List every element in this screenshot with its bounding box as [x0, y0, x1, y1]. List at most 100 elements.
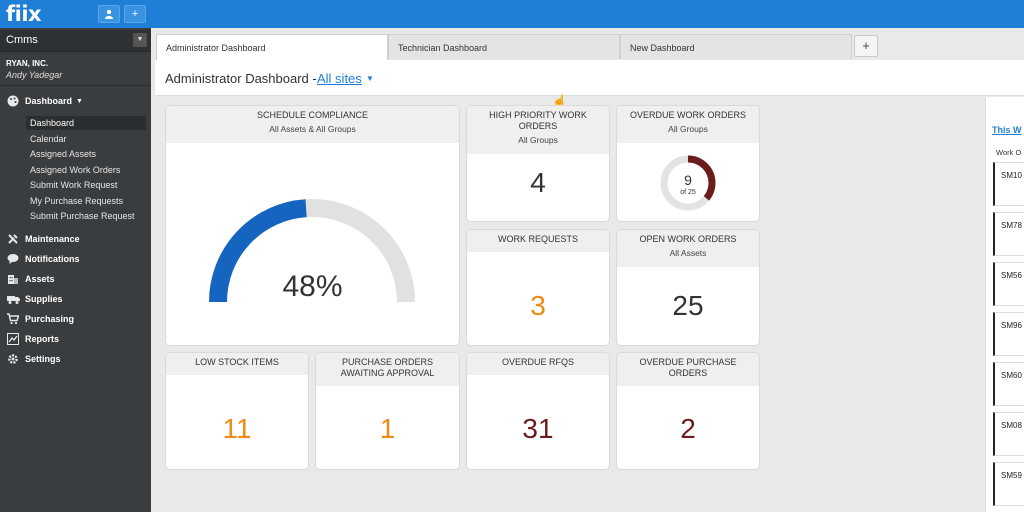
sidebar-subitem-submit-work-request[interactable]: Submit Work Request [30, 178, 117, 192]
widget-header: OPEN WORK ORDERS All Assets [617, 230, 759, 267]
widget-value: 11 [222, 413, 252, 444]
sidebar-item-purchasing[interactable]: Purchasing [6, 311, 74, 327]
chart-icon [6, 332, 20, 346]
low-stock-items-widget[interactable]: LOW STOCK ITEMS 11 [166, 353, 308, 469]
sidebar-item-label: Purchasing [25, 314, 75, 324]
list-item[interactable]: SM08 [993, 412, 1024, 456]
overdue-rfqs-widget[interactable]: OVERDUE RFQS 31 [467, 353, 609, 469]
overdue-count: 9 [684, 172, 692, 188]
widget-header: HIGH PRIORITY WORK ORDERS All Groups [467, 106, 609, 154]
palette-icon [6, 94, 20, 108]
widget-title: WORK REQUESTS [497, 234, 578, 244]
sidebar-subitem-my-purchase-requests[interactable]: My Purchase Requests [30, 194, 123, 208]
sidebar-divider [0, 85, 151, 86]
open-work-orders-widget[interactable]: OPEN WORK ORDERS All Assets 25 [617, 230, 759, 345]
widget-title: OPEN WORK ORDERS [639, 234, 737, 244]
compliance-percent: 48% [282, 270, 343, 303]
widget-value: 31 [522, 413, 554, 444]
work-order-id: SM10 [1001, 171, 1022, 180]
compliance-gauge [209, 199, 415, 303]
list-item[interactable]: SM60 [993, 362, 1024, 406]
site-select[interactable]: All sites [317, 71, 362, 86]
module-select-label: Cmms [6, 34, 38, 46]
overdue-of-total: of 25 [680, 189, 696, 196]
purchase-orders-awaiting-approval-widget[interactable]: PURCHASE ORDERS AWAITING APPROVAL 1 [316, 353, 459, 469]
company-name: RYAN, INC. [6, 59, 49, 68]
building-icon [6, 272, 20, 286]
page-title: Administrator Dashboard - [165, 71, 317, 86]
widget-header: WORK REQUESTS [467, 230, 609, 252]
add-tab-button[interactable]: + [854, 35, 878, 57]
widget-value: 2 [680, 413, 696, 444]
work-order-column-header: Work O [996, 148, 1022, 157]
cart-icon [6, 312, 20, 326]
top-bar: fiix + [0, 0, 1024, 28]
widget-title-line2: AWAITING APPROVAL [340, 368, 435, 378]
list-item[interactable]: SM56 [993, 262, 1024, 306]
chevron-down-icon[interactable]: ▼ [133, 33, 147, 47]
sidebar-item-reports[interactable]: Reports [6, 331, 59, 347]
schedule-compliance-widget[interactable]: SCHEDULE COMPLIANCE All Assets & All Gro… [166, 106, 459, 345]
widget-title: OVERDUE RFQS [501, 357, 574, 367]
user-name: Andy Yadegar [6, 70, 63, 80]
add-button[interactable]: + [124, 5, 146, 23]
fiix-logo[interactable]: fiix [6, 2, 42, 26]
widget-title-line2: ORDERS [518, 121, 558, 131]
caret-down-icon: ▼ [76, 97, 83, 105]
work-order-id: SM78 [1001, 221, 1022, 230]
module-select[interactable]: Cmms ▼ [0, 30, 151, 52]
widget-title-line1: HIGH PRIORITY WORK [489, 110, 587, 120]
gear-icon [6, 352, 20, 366]
list-item[interactable]: SM78 [993, 212, 1024, 256]
widget-header: OVERDUE RFQS [467, 353, 609, 375]
sidebar-item-settings[interactable]: Settings [6, 351, 61, 367]
tab-technician-dashboard[interactable]: Technician Dashboard [388, 34, 620, 59]
list-item[interactable]: SM96 [993, 312, 1024, 356]
work-order-id: SM56 [1001, 271, 1022, 280]
list-item[interactable]: SM10 [993, 162, 1024, 206]
user-button[interactable] [98, 5, 120, 23]
dashboard-header: Administrator Dashboard - All sites ▼ [155, 60, 1024, 96]
sidebar-item-label: Assets [25, 274, 55, 284]
sidebar-item-maintenance[interactable]: Maintenance [6, 231, 80, 247]
sidebar-item-label: Settings [25, 354, 61, 364]
list-item[interactable]: SM59 [993, 462, 1024, 506]
widget-subtitle: All Groups [518, 135, 558, 145]
overdue-work-orders-widget[interactable]: OVERDUE WORK ORDERS All Groups 9 of 25 [617, 106, 759, 221]
widget-header: OVERDUE PURCHASE ORDERS [617, 353, 759, 386]
sidebar-item-assets[interactable]: Assets [6, 271, 55, 287]
tab-new-dashboard[interactable]: New Dashboard [620, 34, 852, 59]
widget-value: 4 [530, 167, 546, 198]
high-priority-work-orders-widget[interactable]: HIGH PRIORITY WORK ORDERS All Groups 4 [467, 106, 609, 221]
sidebar-item-label: Maintenance [25, 234, 80, 244]
wrench-icon [6, 232, 20, 246]
tab-administrator-dashboard[interactable]: Administrator Dashboard [156, 34, 388, 61]
work-requests-widget[interactable]: WORK REQUESTS 3 [467, 230, 609, 345]
widget-value: 25 [672, 290, 704, 321]
widget-title-line1: PURCHASE ORDERS [341, 357, 433, 367]
sidebar-subitem-submit-purchase-request[interactable]: Submit Purchase Request [30, 209, 135, 223]
work-order-id: SM59 [1001, 471, 1022, 480]
sidebar-item-supplies[interactable]: Supplies [6, 291, 63, 307]
this-week-link[interactable]: This W [992, 125, 1022, 135]
sidebar-item-label: Supplies [25, 294, 63, 304]
widget-header: LOW STOCK ITEMS [166, 353, 308, 375]
chat-icon [6, 252, 20, 266]
caret-down-icon[interactable]: ▼ [366, 74, 374, 83]
sidebar-subitem-dashboard[interactable]: Dashboard [26, 116, 146, 130]
overdue-purchase-orders-widget[interactable]: OVERDUE PURCHASE ORDERS 2 [617, 353, 759, 469]
widget-value: 3 [530, 290, 546, 321]
sidebar-item-label: Reports [25, 334, 60, 344]
widget-title-line2: ORDERS [668, 368, 708, 378]
widget-title: LOW STOCK ITEMS [195, 357, 279, 367]
sidebar-item-notifications[interactable]: Notifications [6, 251, 80, 267]
sidebar-subitem-assigned-work-orders[interactable]: Assigned Work Orders [30, 163, 120, 177]
sidebar-item-dashboard[interactable]: Dashboard ▼ [6, 93, 83, 109]
widget-value: 1 [379, 413, 396, 444]
work-order-id: SM96 [1001, 321, 1022, 330]
sidebar-item-label: Notifications [25, 254, 80, 264]
sidebar-subitem-assigned-assets[interactable]: Assigned Assets [30, 147, 96, 161]
person-icon [105, 9, 113, 19]
sidebar-subitem-calendar[interactable]: Calendar [30, 132, 67, 146]
work-order-id: SM08 [1001, 421, 1022, 430]
